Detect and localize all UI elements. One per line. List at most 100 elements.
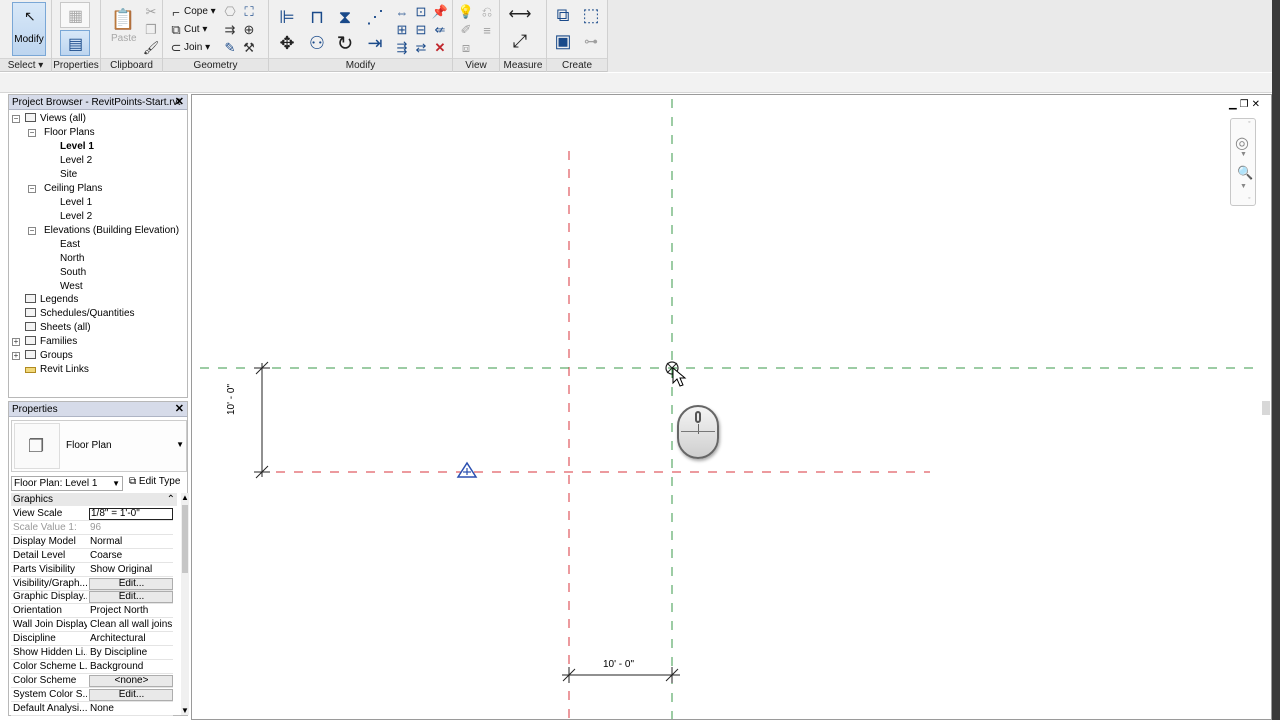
property-edit-button[interactable]: Edit... (89, 591, 173, 604)
cut-icon[interactable]: ✂ (142, 4, 160, 20)
delete-icon[interactable]: ✕ (431, 40, 449, 56)
copy-icon[interactable]: ❐ (142, 22, 160, 38)
navbar-options-icon[interactable]: ◦ (1248, 195, 1250, 202)
cope-label[interactable]: Cope ▾ (184, 6, 216, 17)
tree-elevation-north[interactable]: North (60, 252, 84, 265)
vertical-dimension-label[interactable]: 10' - 0" (226, 384, 237, 415)
property-value[interactable]: Normal (89, 535, 173, 549)
expand-icon[interactable]: + (12, 338, 20, 346)
property-value[interactable]: Clean all wall joins (89, 618, 173, 632)
override-graphics-icon[interactable]: ⎌ (478, 4, 496, 20)
type-properties-button[interactable]: ▤ (60, 30, 90, 56)
demolish-icon[interactable]: ⊕ (240, 22, 258, 38)
property-edit-button[interactable]: Edit... (89, 577, 173, 590)
tree-elevation-south[interactable]: South (60, 266, 86, 279)
tree-floor-plan-level-1[interactable]: Level 1 (60, 140, 94, 153)
tree-sheets[interactable]: Sheets (all) (25, 321, 91, 334)
property-value[interactable]: 1/8" = 1'-0" (89, 508, 173, 520)
hide-icon[interactable]: ⧈ (457, 40, 475, 56)
cope-icon[interactable]: ⌐ (167, 4, 185, 20)
properties-ribbon-button[interactable]: ▦ (60, 2, 90, 28)
beam-column-icon[interactable]: ⇉ (221, 22, 239, 38)
tree-floor-plans[interactable]: Floor Plans (44, 126, 95, 139)
pin-icon[interactable]: 📌 (431, 4, 449, 20)
close-icon[interactable]: ✕ (175, 95, 184, 110)
create-parts-icon[interactable]: ⬚ (579, 4, 603, 26)
property-value[interactable]: Show Original (89, 563, 173, 577)
create-assembly-icon[interactable]: ⧉ (551, 4, 575, 26)
graphics-group-header[interactable]: Graphics ⌃ (11, 493, 177, 506)
paste-icon[interactable]: 📋 (111, 6, 136, 32)
tree-views-all[interactable]: Views (all) (25, 112, 86, 125)
move-icon[interactable]: ✥ (275, 32, 299, 54)
collapse-icon[interactable]: − (28, 227, 36, 235)
tree-ceiling-level-2[interactable]: Level 2 (60, 210, 92, 223)
unpin-icon[interactable]: ⇍ (431, 22, 449, 38)
property-value[interactable]: By Discipline (89, 646, 173, 660)
navbar-close-icon[interactable]: ◦ (1248, 119, 1250, 126)
tree-legends[interactable]: Legends (25, 293, 78, 306)
point-marker-icon[interactable] (456, 461, 478, 478)
measure-between-icon[interactable]: ⟷ (506, 4, 534, 24)
drawing-canvas[interactable]: 10' - 0" 10' - 0" ▁❐✕ ◦ ◎ ▼ 🔍 ▼ ◦ (191, 94, 1272, 720)
tree-families[interactable]: Families (25, 335, 77, 348)
scrollbar-thumb[interactable] (182, 505, 188, 573)
property-value[interactable]: Coarse (89, 549, 173, 563)
select-dropdown[interactable]: Select ▾ (0, 58, 51, 71)
aligned-dimension-icon[interactable]: ⤢ (506, 30, 534, 52)
canvas-scroll-handle[interactable] (1262, 401, 1270, 415)
instance-selector[interactable]: Floor Plan: Level 1 ▼ (11, 476, 123, 491)
extend-icon[interactable]: ⇄ (412, 40, 430, 56)
lightbulb-icon[interactable]: 💡 (457, 4, 475, 20)
property-edit-button[interactable]: Edit... (89, 688, 173, 701)
modify-button[interactable]: ↖ Modify (12, 2, 46, 56)
chevron-down-icon[interactable]: ▼ (1240, 183, 1247, 190)
match-properties-icon[interactable]: 🖌 (142, 40, 160, 56)
tree-floor-plan-site[interactable]: Site (60, 168, 77, 181)
expand-icon[interactable]: + (12, 352, 20, 360)
property-value[interactable]: Project North (89, 604, 173, 618)
join-icon[interactable]: ⊂ (167, 40, 185, 56)
align-icon[interactable]: ⊫ (275, 6, 299, 28)
wall-joins-icon[interactable]: ⎔ (221, 4, 239, 20)
properties-scrollbar[interactable]: ▲ ▼ (181, 493, 189, 715)
tree-revit-links[interactable]: Revit Links (25, 363, 89, 376)
collapse-icon[interactable]: − (28, 185, 36, 193)
offset-icon[interactable]: ⊓ (305, 6, 329, 28)
array-icon[interactable]: ⊞ (393, 22, 411, 38)
join-label[interactable]: Join ▾ (184, 42, 210, 53)
trim-extend-icon[interactable]: ⇥ (363, 32, 387, 54)
tree-floor-plan-level-2[interactable]: Level 2 (60, 154, 92, 167)
hammer-icon[interactable]: ⚒ (240, 40, 258, 56)
tree-elevation-west[interactable]: West (60, 280, 83, 293)
cut-geometry-icon[interactable]: ⧉ (167, 22, 185, 38)
split-icon[interactable]: ⇔ (393, 4, 411, 20)
rotate-icon[interactable]: ↻ (333, 32, 357, 55)
cut-geometry-label[interactable]: Cut ▾ (184, 24, 207, 35)
create-similar-icon[interactable]: ⊶ (579, 30, 603, 52)
vertical-dimension[interactable] (254, 361, 270, 479)
type-selector[interactable]: ❐ Floor Plan ▼ (11, 420, 187, 472)
trim-icon[interactable]: ⊡ (412, 4, 430, 20)
restore-icon[interactable]: ❐ (1240, 99, 1252, 110)
tree-schedules[interactable]: Schedules/Quantities (25, 307, 135, 320)
paint-icon[interactable]: ✎ (221, 40, 239, 56)
split-gap-icon[interactable]: ⇶ (393, 40, 411, 56)
tree-ceiling-plans[interactable]: Ceiling Plans (44, 182, 102, 195)
close-icon[interactable]: ✕ (175, 402, 184, 417)
property-value[interactable]: Architectural (89, 632, 173, 646)
property-value[interactable]: Background (89, 660, 173, 674)
horizontal-dimension-label[interactable]: 10' - 0" (603, 659, 634, 670)
property-value[interactable]: None (89, 702, 173, 716)
tree-ceiling-level-1[interactable]: Level 1 (60, 196, 92, 209)
collapse-icon[interactable]: − (28, 129, 36, 137)
create-group-icon[interactable]: ▣ (551, 30, 575, 52)
minimize-icon[interactable]: ▁ (1229, 99, 1240, 110)
steering-wheel-icon[interactable]: ◎ (1235, 133, 1249, 153)
close-view-icon[interactable]: ✕ (1252, 99, 1263, 110)
drawing-area[interactable] (192, 95, 1271, 719)
tree-elevations[interactable]: Elevations (Building Elevation) (44, 224, 179, 237)
tree-elevation-east[interactable]: East (60, 238, 80, 251)
thin-lines-icon[interactable]: ≡ (478, 22, 496, 38)
mirror-draw-icon[interactable]: ⋰ (363, 6, 387, 28)
